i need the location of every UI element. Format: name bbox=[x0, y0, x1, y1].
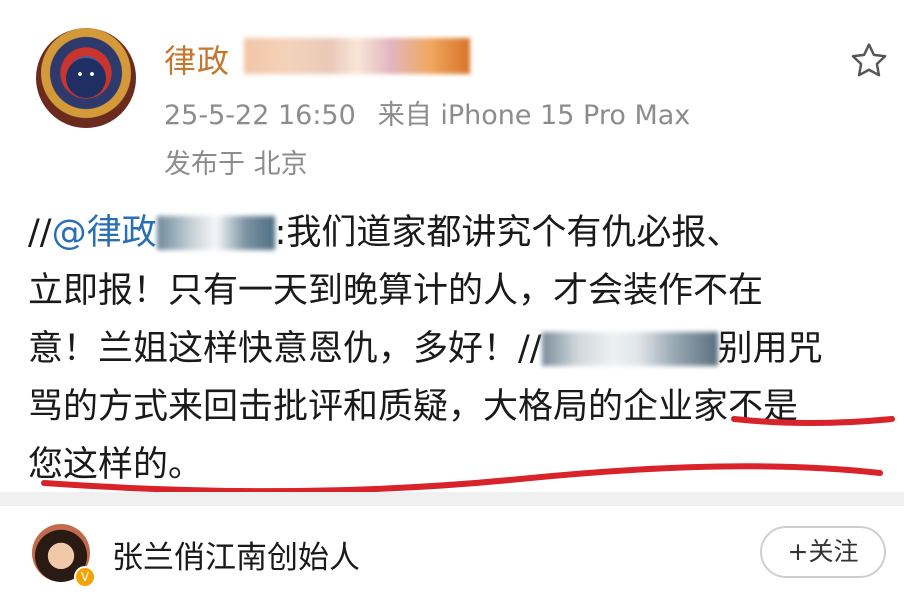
reposter-bar: V 张兰俏江南创始人 +关注 bbox=[0, 506, 904, 598]
content-line: 骂的方式来回击批评和质疑，大格局的企业家不是 bbox=[28, 387, 799, 427]
mention-redacted bbox=[156, 216, 275, 250]
author-avatar[interactable] bbox=[36, 28, 136, 128]
post-content: //@律政:我们道家都讲究个有仇必报、 立即报！只有一天到晚算计的人，才会装作不… bbox=[28, 204, 888, 494]
weibo-post-card: 律政 25-5-22 16:50 来自 iPhone 15 Pro Max 发布于… bbox=[0, 0, 904, 550]
post-timestamp: 25-5-22 16:50 bbox=[164, 100, 356, 131]
star-outline-icon[interactable] bbox=[848, 40, 890, 82]
post-meta: 25-5-22 16:50 来自 iPhone 15 Pro Max bbox=[164, 93, 690, 132]
author-name[interactable]: 律政 bbox=[164, 36, 230, 82]
mention-redacted bbox=[541, 332, 718, 366]
content-line: 意！兰姐这样快意恩仇，多好！//别用咒 bbox=[28, 329, 823, 369]
content-line: 您这样的。 bbox=[28, 445, 204, 485]
follow-button[interactable]: +关注 bbox=[760, 526, 886, 578]
content-line: //@律政:我们道家都讲究个有仇必报、 bbox=[28, 213, 742, 253]
post-location: 发布于 北京 bbox=[164, 149, 308, 180]
content-line: 立即报！只有一天到晚算计的人，才会装作不在 bbox=[28, 271, 764, 311]
reposter-name[interactable]: 张兰俏江南创始人 bbox=[112, 532, 360, 577]
mention-link[interactable]: @律政 bbox=[52, 213, 157, 253]
post-source: 来自 iPhone 15 Pro Max bbox=[377, 100, 691, 131]
author-name-redacted bbox=[244, 38, 470, 74]
verified-badge-icon: V bbox=[74, 566, 96, 588]
section-divider bbox=[0, 492, 904, 506]
